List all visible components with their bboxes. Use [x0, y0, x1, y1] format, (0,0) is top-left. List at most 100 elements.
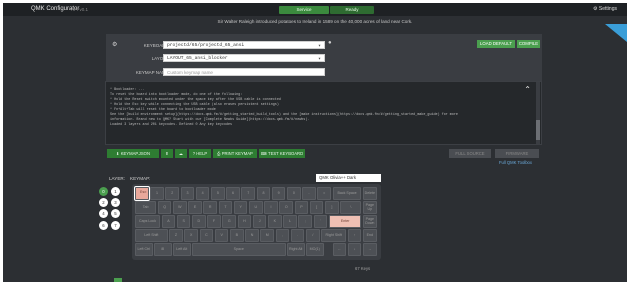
key-53[interactable]: . — [290, 229, 305, 242]
key-14[interactable]: Delete — [363, 187, 377, 200]
key-9[interactable]: 9 — [271, 187, 286, 200]
key-15[interactable]: Tab — [135, 201, 157, 214]
key-17[interactable]: W — [173, 201, 187, 214]
service-label: Service — [296, 6, 312, 12]
key-29[interactable]: Page Up — [363, 201, 377, 214]
key-35[interactable]: G — [222, 215, 237, 228]
layer-button-0[interactable]: 0 — [99, 187, 108, 196]
key-55[interactable]: Right Shift — [321, 229, 347, 242]
console-output[interactable]: * Bootloader: ... To reset the board into… — [105, 81, 542, 145]
key-1[interactable]: 1 — [150, 187, 164, 200]
key-64[interactable]: ← — [332, 243, 347, 256]
key-57[interactable]: End — [363, 229, 377, 242]
layer-button-5[interactable]: 5 — [111, 209, 120, 218]
key-49[interactable]: B — [230, 229, 244, 242]
key-47[interactable]: C — [199, 229, 214, 242]
console-scrollbar-thumb[interactable] — [536, 120, 540, 140]
upload-button[interactable]: ⬆ — [161, 149, 173, 158]
key-20[interactable]: T — [218, 201, 233, 214]
key-43[interactable]: Page Down — [363, 215, 377, 228]
key-27[interactable]: ] — [325, 201, 339, 214]
key-26[interactable]: [ — [309, 201, 324, 214]
key-12[interactable]: = — [317, 187, 332, 200]
layer-button-2[interactable]: 2 — [99, 198, 108, 207]
key-58[interactable]: Left Ctrl — [135, 243, 153, 256]
print-keymap-button[interactable]: ⎙ PRINT KEYMAP — [213, 149, 257, 158]
firmware-button[interactable]: FIRMWARE — [495, 149, 539, 158]
print-keymap-label: PRINT KEYMAP — [221, 151, 253, 156]
key-61[interactable]: Space — [192, 243, 286, 256]
key-42[interactable]: Enter — [328, 215, 362, 228]
key-13[interactable]: Back Space — [332, 187, 362, 200]
key-41[interactable]: ' — [313, 215, 328, 228]
key-40[interactable]: ; — [298, 215, 313, 228]
key-3[interactable]: 3 — [180, 187, 195, 200]
load-default-button[interactable]: LOAD DEFAULT — [477, 40, 515, 48]
key-16[interactable]: Q — [157, 201, 172, 214]
key-2[interactable]: 2 — [165, 187, 180, 200]
keymap-name-input[interactable]: Custom keymap name — [163, 68, 325, 76]
key-5[interactable]: 5 — [211, 187, 225, 200]
keymap-json-button[interactable]: ⬇ KEYMAP.JSON — [107, 149, 159, 158]
key-23[interactable]: I — [264, 201, 278, 214]
key-46[interactable]: X — [184, 229, 199, 242]
import-button[interactable]: ☁ — [175, 149, 187, 158]
key-6[interactable]: 6 — [226, 187, 240, 200]
chevron-up-icon[interactable]: ⌃ — [524, 85, 531, 94]
key-37[interactable]: J — [252, 215, 267, 228]
key-39[interactable]: L — [283, 215, 297, 228]
test-keyboard-button[interactable]: ⌨ TEST KEYBOARD — [259, 149, 305, 158]
key-31[interactable]: A — [161, 215, 176, 228]
github-icon[interactable]: ● — [328, 40, 332, 46]
key-8[interactable]: 8 — [256, 187, 271, 200]
settings-button[interactable]: ⚙ Settings — [593, 6, 617, 12]
key-25[interactable]: P — [294, 201, 309, 214]
key-59[interactable]: ⊞ — [154, 243, 172, 256]
key-18[interactable]: E — [188, 201, 202, 214]
key-10[interactable]: 0 — [287, 187, 301, 200]
key-0[interactable]: Esc — [134, 186, 150, 201]
key-7[interactable]: 7 — [241, 187, 256, 200]
theme-select[interactable]: QMK Olivia++ Dark — [316, 174, 381, 182]
compile-button[interactable]: COMPILE — [517, 40, 540, 48]
key-50[interactable]: N — [245, 229, 259, 242]
key-24[interactable]: O — [279, 201, 294, 214]
key-30[interactable]: Caps Lock — [135, 215, 161, 228]
layer-button-3[interactable]: 3 — [111, 198, 120, 207]
key-33[interactable]: D — [192, 215, 206, 228]
key-63[interactable]: MO(1) — [306, 243, 324, 256]
key-28[interactable]: \ — [340, 201, 362, 214]
layer-button-6[interactable]: 6 — [99, 221, 108, 230]
key-34[interactable]: F — [207, 215, 221, 228]
key-45[interactable]: Z — [169, 229, 183, 242]
key-19[interactable]: R — [203, 201, 218, 214]
toolbox-link[interactable]: Full QMK Toolbox — [499, 160, 532, 165]
key-60[interactable]: Left Alt — [173, 243, 191, 256]
layer-button-1[interactable]: 1 — [111, 187, 120, 196]
key-51[interactable]: M — [260, 229, 275, 242]
favorite-button[interactable] — [114, 278, 122, 282]
key-32[interactable]: S — [176, 215, 191, 228]
settings-icon[interactable]: ⚙ — [112, 41, 117, 48]
key-66[interactable]: → — [363, 243, 377, 256]
key-48[interactable]: V — [214, 229, 229, 242]
key-44[interactable]: Left Shift — [135, 229, 168, 242]
layer-button-4[interactable]: 4 — [99, 209, 108, 218]
service-status[interactable]: Service — [279, 5, 329, 14]
key-56[interactable]: ↑ — [347, 229, 362, 242]
key-21[interactable]: Y — [233, 201, 248, 214]
key-4[interactable]: 4 — [195, 187, 210, 200]
layout-select[interactable]: LAYOUT_65_ansi_blocker ▾ — [163, 54, 325, 62]
key-52[interactable]: , — [275, 229, 290, 242]
full-source-button[interactable]: FULL SOURCE — [449, 149, 491, 158]
help-button[interactable]: ? HELP — [189, 149, 211, 158]
key-54[interactable]: / — [306, 229, 320, 242]
key-11[interactable]: - — [302, 187, 316, 200]
key-38[interactable]: K — [268, 215, 282, 228]
keyboard-select[interactable]: projectd/65/projectd_65_ansi ▾ — [163, 41, 325, 49]
key-36[interactable]: H — [237, 215, 252, 228]
key-62[interactable]: Right Alt — [287, 243, 305, 256]
layer-button-7[interactable]: 7 — [111, 221, 120, 230]
key-22[interactable]: U — [249, 201, 263, 214]
key-65[interactable]: ↓ — [347, 243, 362, 256]
